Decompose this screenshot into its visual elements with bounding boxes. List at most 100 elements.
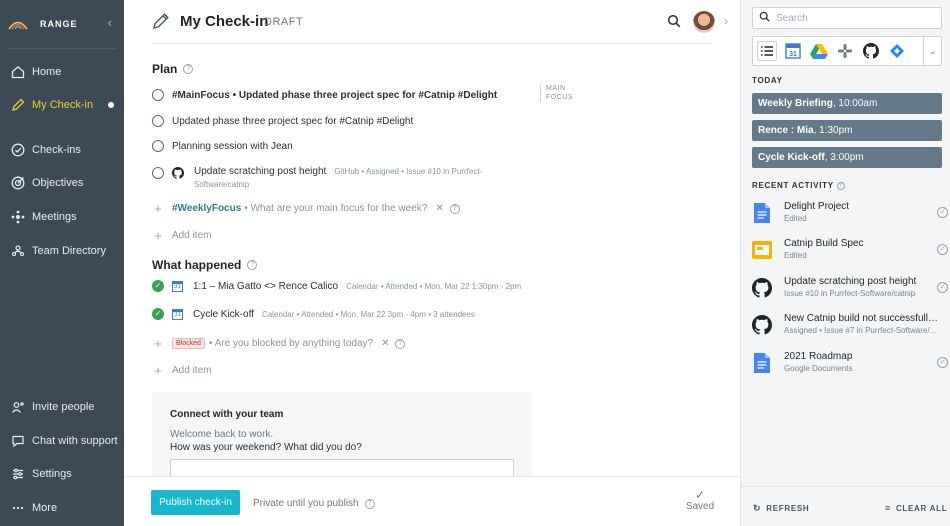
plan-item-text[interactable]: Update scratching post height (194, 166, 326, 177)
plus-icon[interactable]: + (152, 228, 164, 243)
github-icon (752, 278, 772, 298)
add-item-row[interactable]: + Add item (152, 363, 211, 378)
blocked-input[interactable]: • Are you blocked by anything today? (209, 338, 373, 349)
help-icon[interactable]: ? (836, 181, 845, 190)
publish-button[interactable]: Publish check-in (151, 490, 240, 515)
close-icon[interactable]: ✕ (435, 203, 443, 214)
help-icon[interactable]: ? (364, 498, 375, 509)
add-item-button[interactable]: Add item (172, 365, 211, 376)
happened-item-text[interactable]: Cycle Kick-off (193, 309, 254, 320)
sidebar-item-team-directory[interactable]: Team Directory (0, 236, 124, 266)
clear-all-button[interactable]: ≡ CLEAR ALL (885, 503, 947, 513)
activity-item[interactable]: 2021 Roadmap Google Documents ✓ (752, 351, 948, 385)
plus-icon[interactable]: + (152, 336, 164, 351)
unsaved-indicator (108, 102, 114, 108)
github-icon (172, 167, 184, 179)
sidebar-item-label: Invite people (32, 401, 95, 413)
plan-item-text[interactable]: #MainFocus • Updated phase three project… (172, 90, 497, 101)
list-icon[interactable] (757, 41, 777, 61)
weekly-focus-row[interactable]: + #WeeklyFocus • What are your main focu… (152, 201, 460, 216)
github-icon (752, 315, 772, 335)
activity-item[interactable]: Catnip Build Spec Edited ✓ (752, 238, 948, 272)
meeting-item[interactable]: Cycle Kick-off, 3:00pm (752, 147, 942, 168)
plus-icon[interactable]: + (152, 363, 164, 378)
search-icon[interactable] (667, 14, 681, 31)
refresh-button[interactable]: ↻ REFRESH (753, 503, 809, 514)
page-title: My Check-in (180, 13, 269, 30)
happened-item-text[interactable]: 1:1 – Mia Gatto <> Rence Calico (193, 281, 338, 292)
calendar-icon[interactable]: 31 (783, 41, 803, 61)
sidebar-item-my-checkin[interactable]: My Check-in (0, 90, 124, 120)
sidebar-item-invite-people[interactable]: Invite people (0, 392, 124, 422)
close-icon[interactable]: ✕ (381, 338, 389, 349)
plan-item-text[interactable]: Updated phase three project spec for #Ca… (172, 116, 413, 127)
slack-icon[interactable] (835, 41, 855, 61)
check-circle-icon[interactable]: ✓ (937, 282, 948, 293)
search-box[interactable] (752, 7, 942, 29)
checkmark-icon: ✓ (694, 488, 706, 502)
drive-icon[interactable] (809, 41, 829, 61)
help-icon[interactable]: ? (183, 64, 194, 74)
google-doc-icon (754, 353, 770, 373)
chat-icon (10, 433, 26, 449)
activity-item[interactable]: New Catnip build not successfully r... A… (752, 313, 942, 347)
add-item-row[interactable]: + Add item (152, 228, 211, 243)
chevron-right-icon[interactable]: › (724, 14, 728, 28)
add-item-button[interactable]: Add item (172, 230, 211, 241)
activity-subtitle: Google Documents (784, 364, 853, 373)
sidebar-item-meetings[interactable]: Meetings (0, 202, 124, 232)
checkbox[interactable] (152, 115, 164, 127)
collapse-sidebar-icon[interactable]: ‹ (108, 15, 112, 30)
saved-indicator: ✓ Saved (682, 489, 718, 512)
brand[interactable]: RANGE ‹ (8, 14, 116, 34)
plan-item[interactable]: #MainFocus • Updated phase three project… (152, 89, 497, 101)
main-focus-label: MAIN FOCUS (540, 84, 576, 102)
search-input[interactable] (776, 12, 926, 24)
target-icon (10, 175, 26, 191)
checkbox[interactable] (152, 167, 164, 179)
what-happened-heading: What happened? (152, 258, 258, 272)
happened-item[interactable]: ✓ 31 1:1 – Mia Gatto <> Rence Calico Cal… (152, 280, 521, 292)
check-circle-icon[interactable]: ✓ (937, 244, 948, 255)
meeting-item[interactable]: Weekly Briefing, 10:00am (752, 93, 942, 114)
sidebar-item-settings[interactable]: Settings (0, 459, 124, 489)
help-icon[interactable]: ? (247, 260, 258, 270)
sidebar-item-checkins[interactable]: Check-ins (0, 135, 124, 165)
sidebar-item-objectives[interactable]: Objectives (0, 168, 124, 198)
weekly-focus-input[interactable]: • What are your main focus for the week? (244, 203, 427, 214)
blocked-row[interactable]: + Blocked • Are you blocked by anything … (152, 336, 406, 351)
checkbox[interactable] (152, 89, 164, 101)
check-circle-icon[interactable]: ✓ (937, 207, 948, 218)
sidebar-item-label: Settings (32, 468, 72, 480)
team-icon (10, 243, 26, 259)
sidebar-item-label: Chat with support (32, 435, 118, 447)
happened-item[interactable]: ✓ 31 Cycle Kick-off Calendar • Attended … (152, 308, 475, 320)
help-icon[interactable]: ? (449, 203, 460, 214)
plan-item[interactable]: Update scratching post height GitHub • A… (152, 166, 482, 189)
activity-item[interactable]: Delight Project Edited ✓ (752, 201, 948, 235)
sidebar-item-home[interactable]: Home (0, 57, 124, 87)
activity-item[interactable]: Update scratching post height Issue #10 … (752, 276, 948, 310)
weekly-focus-tag[interactable]: #WeeklyFocus (172, 203, 241, 214)
plan-item[interactable]: Updated phase three project spec for #Ca… (152, 115, 413, 127)
plan-item-text[interactable]: Planning session with Jean (172, 141, 293, 152)
sidebar-item-chat-support[interactable]: Chat with support (0, 426, 124, 456)
range-logo-icon (8, 21, 28, 30)
checkbox[interactable] (152, 140, 164, 152)
chevron-down-icon[interactable]: ⌄ (923, 37, 941, 65)
blocked-tag[interactable]: Blocked (172, 338, 205, 349)
github-icon[interactable] (861, 41, 881, 61)
check-icon[interactable]: ✓ (152, 280, 164, 292)
check-circle-icon[interactable]: ✓ (937, 357, 948, 368)
plan-item[interactable]: Planning session with Jean (152, 140, 293, 152)
activity-title: Catnip Build Spec (784, 238, 864, 249)
meetings-icon (10, 209, 26, 225)
help-icon[interactable]: ? (395, 338, 406, 349)
meeting-item[interactable]: Rence : Mia, 1:30pm (752, 120, 942, 141)
plus-icon[interactable]: + (152, 201, 164, 216)
sidebar-item-more[interactable]: More (0, 493, 124, 523)
jira-icon[interactable] (887, 41, 907, 61)
avatar[interactable] (693, 11, 715, 33)
check-icon[interactable]: ✓ (152, 308, 164, 320)
brand-name: RANGE (40, 19, 78, 29)
